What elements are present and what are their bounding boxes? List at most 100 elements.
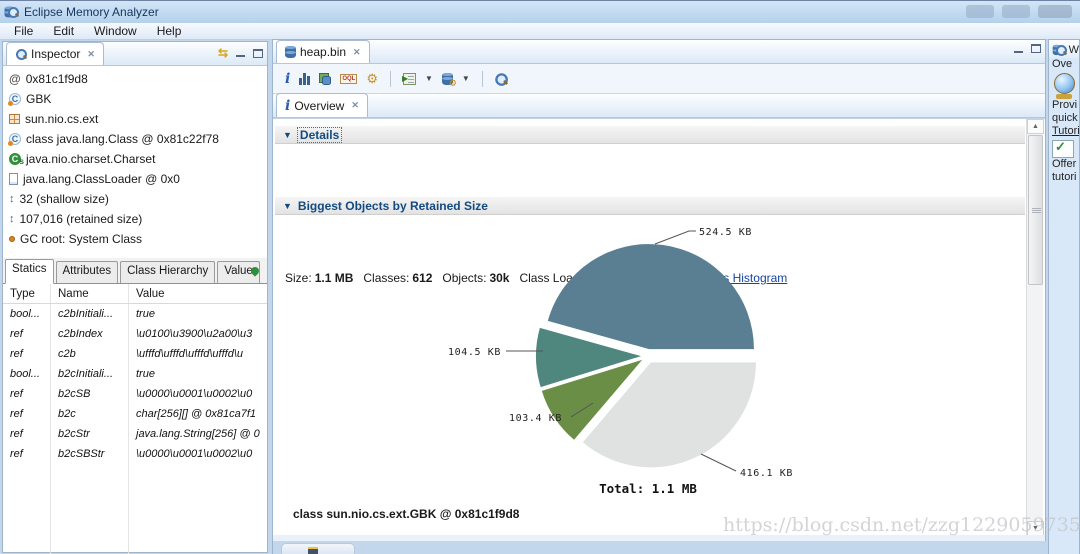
- biggest-objects-section-header[interactable]: ▼ Biggest Objects by Retained Size: [275, 196, 1025, 215]
- tab-overview[interactable]: i Overview ✕: [276, 93, 368, 117]
- table-cell: b2cSB: [51, 384, 129, 404]
- overview-tab-label: Overview: [294, 98, 345, 113]
- table-cell: ref: [3, 444, 51, 464]
- minimize-view-button[interactable]: [236, 49, 245, 57]
- tab-class-hierarchy[interactable]: Class Hierarchy: [120, 261, 216, 283]
- search-icon[interactable]: [494, 72, 508, 86]
- welcome-text-fragment: quick: [1052, 112, 1078, 124]
- close-window-button[interactable]: [1038, 5, 1072, 18]
- minimize-window-button[interactable]: [966, 5, 994, 18]
- tab-inspector[interactable]: Inspector ✕: [6, 42, 104, 65]
- shallow-size-icon: ↕: [9, 193, 15, 205]
- title-bar: Eclipse Memory Analyzer: [0, 1, 1080, 23]
- menu-file[interactable]: File: [6, 23, 41, 39]
- tree-item-label: 32 (shallow size): [19, 192, 109, 206]
- pie-slice-label: 524.5 KB: [699, 227, 752, 238]
- tree-item[interactable]: ↕ 107,016 (retained size): [3, 209, 267, 229]
- column-name[interactable]: Name: [51, 284, 129, 303]
- charset-icon: C: [9, 153, 24, 168]
- tree-item[interactable]: ↕ 32 (shallow size): [3, 189, 267, 209]
- maximize-view-button[interactable]: [253, 48, 263, 58]
- inspector-tree: @0x81c1f9d8 C GBK sun.nio.cs.ext Cclass java…: [3, 66, 267, 258]
- welcome-link-fragment[interactable]: Tutori: [1049, 125, 1079, 138]
- run-report-icon[interactable]: [402, 72, 416, 85]
- column-value[interactable]: Value: [129, 284, 267, 303]
- pie-slice[interactable]: [547, 244, 754, 350]
- tab-statics[interactable]: Statics: [5, 259, 54, 284]
- table-row[interactable]: ref c2b \ufffd\ufffd\ufffd\ufffd\u: [3, 344, 267, 364]
- welcome-tab-label: W: [1068, 44, 1079, 56]
- table-cell: bool...: [3, 304, 51, 324]
- collapse-triangle-icon[interactable]: ▼: [283, 201, 292, 211]
- class-icon: C: [8, 133, 21, 146]
- tree-item[interactable]: java.lang.ClassLoader @ 0x0: [3, 169, 267, 189]
- table-row[interactable]: ref c2bIndex \u0100\u3900\u2a00\u3: [3, 324, 267, 344]
- tree-item-label: GBK: [26, 92, 52, 106]
- table-row[interactable]: bool... b2cInitiali... true: [3, 364, 267, 384]
- table-row[interactable]: ref b2cStr java.lang.String[256] @ 0: [3, 424, 267, 444]
- tab-welcome[interactable]: W: [1049, 40, 1079, 58]
- overview-icon[interactable]: i: [285, 72, 290, 86]
- crystal-ball-icon[interactable]: [1052, 73, 1076, 99]
- menu-window[interactable]: Window: [86, 23, 145, 39]
- maximize-window-button[interactable]: [1002, 5, 1030, 18]
- pin-icon[interactable]: [249, 265, 261, 277]
- table-cell: java.lang.String[256] @ 0: [136, 428, 260, 440]
- tab-attributes[interactable]: Attributes: [55, 261, 119, 283]
- chevron-down-icon[interactable]: ▼: [462, 74, 470, 83]
- tab-heap-bin[interactable]: heap.bin ✕: [276, 40, 370, 63]
- thread-overview-icon[interactable]: ⚙: [366, 72, 378, 85]
- tree-item[interactable]: @0x81c1f9d8: [3, 69, 267, 89]
- oql-icon[interactable]: OQL: [340, 73, 358, 84]
- minimize-editor-button[interactable]: [1014, 45, 1023, 53]
- table-cell: true: [136, 308, 155, 320]
- chevron-down-icon[interactable]: ▼: [425, 74, 433, 83]
- welcome-text-fragment: Offer: [1052, 158, 1077, 170]
- histogram-icon[interactable]: [299, 72, 311, 85]
- class-icon: C: [8, 93, 21, 106]
- table-cell: c2bIndex: [51, 324, 129, 344]
- tree-item[interactable]: GC root: System Class: [3, 229, 267, 249]
- welcome-magnifier-icon: [1055, 44, 1068, 56]
- partial-bottom-tab[interactable]: [281, 543, 355, 554]
- collapse-triangle-icon[interactable]: ▼: [283, 130, 292, 140]
- tree-item-label: class java.lang.Class @ 0x81c22f78: [26, 132, 219, 146]
- link-with-snapshot-icon[interactable]: ⇆: [218, 46, 228, 60]
- details-section-header[interactable]: ▼ Details: [275, 125, 1025, 144]
- close-icon[interactable]: ✕: [351, 100, 359, 111]
- inspector-tabbar: Inspector ✕ ⇆: [3, 42, 267, 66]
- query-browser-icon[interactable]: ⚙: [441, 72, 457, 88]
- bottom-strip: [273, 541, 1047, 554]
- welcome-view-clipped: W Ove Provi quick Tutori Offer tutori: [1048, 39, 1080, 554]
- tree-item[interactable]: C GBK: [3, 89, 267, 109]
- column-type[interactable]: Type: [3, 284, 51, 303]
- editor-area: heap.bin ✕ i OQL ⚙ ▼ ⚙ ▼ i Ove: [272, 39, 1047, 554]
- app-logo-magnifier-icon: [7, 6, 19, 18]
- table-row[interactable]: ref b2c char[256][] @ 0x81ca7f1: [3, 404, 267, 424]
- scrollbar-thumb[interactable]: [1028, 135, 1043, 285]
- table-cell: \u0100\u3900\u2a00\u3: [136, 328, 253, 340]
- menu-help[interactable]: Help: [149, 23, 190, 39]
- table-cell: bool...: [3, 364, 51, 384]
- pie-slice-label: 104.5 KB: [448, 347, 501, 358]
- close-icon[interactable]: ✕: [87, 49, 95, 60]
- tutorial-check-icon[interactable]: [1052, 139, 1074, 158]
- scroll-down-icon[interactable]: ▼: [1027, 521, 1044, 535]
- tree-item[interactable]: Cjava.nio.charset.Charset: [3, 149, 267, 169]
- table-row[interactable]: ref b2cSB \u0000\u0001\u0002\u0: [3, 384, 267, 404]
- close-icon[interactable]: ✕: [353, 47, 361, 58]
- overview-tabbar: i Overview ✕: [273, 93, 1045, 118]
- tree-item-label: 0x81c1f9d8: [25, 72, 88, 86]
- notes-icon: [308, 547, 318, 554]
- dominator-tree-icon[interactable]: [319, 72, 332, 85]
- inspector-icon: [15, 48, 27, 60]
- tree-item[interactable]: Cclass java.lang.Class @ 0x81c22f78: [3, 129, 267, 149]
- vertical-scrollbar[interactable]: ▲ ▼: [1026, 119, 1044, 535]
- table-cell: ref: [3, 424, 51, 444]
- menu-edit[interactable]: Edit: [45, 23, 82, 39]
- table-row[interactable]: ref b2cSBStr \u0000\u0001\u0002\u0: [3, 444, 267, 464]
- scroll-up-icon[interactable]: ▲: [1027, 119, 1044, 134]
- table-row[interactable]: bool... c2bInitiali... true: [3, 304, 267, 324]
- tree-item[interactable]: sun.nio.cs.ext: [3, 109, 267, 129]
- maximize-editor-button[interactable]: [1031, 44, 1041, 53]
